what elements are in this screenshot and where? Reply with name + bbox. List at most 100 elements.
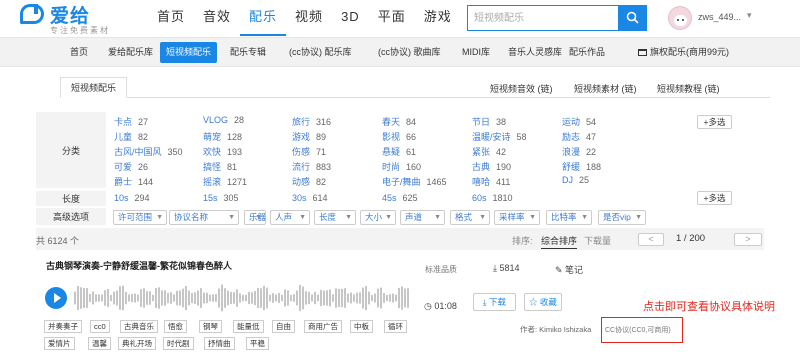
- subnav-item[interactable]: 短视频配乐: [160, 42, 218, 63]
- category-option[interactable]: 浪漫 22: [562, 145, 596, 158]
- license-link[interactable]: CC协议(CC0,可商用): [605, 325, 671, 335]
- tag[interactable]: 平稳: [246, 337, 269, 350]
- multi-select-button[interactable]: +多选: [697, 191, 732, 205]
- filter-dropdown[interactable]: 是否vip ▼: [598, 210, 646, 225]
- download-button[interactable]: ⤓ 下载: [473, 293, 516, 311]
- category-option[interactable]: 伤感 71: [292, 145, 326, 158]
- search-input[interactable]: [468, 6, 618, 30]
- category-option[interactable]: 时尚 160: [382, 160, 421, 173]
- category-option[interactable]: 春天 84: [382, 115, 416, 128]
- category-option[interactable]: 游戏 89: [292, 130, 326, 143]
- category-option[interactable]: 运动 54: [562, 115, 596, 128]
- nav-item[interactable]: 视频: [286, 0, 332, 36]
- filter-dropdown[interactable]: 许可范围 ▼: [113, 210, 167, 225]
- category-option[interactable]: 卡点 27: [114, 115, 148, 128]
- category-option[interactable]: 电子/舞曲 1465: [382, 175, 447, 188]
- nav-item[interactable]: 3D: [332, 0, 369, 36]
- category-option[interactable]: 古典 190: [472, 160, 511, 173]
- filter-dropdown[interactable]: 乐器 ▼: [244, 210, 266, 225]
- tab-link[interactable]: 短视频音效 (链): [490, 82, 553, 95]
- filter-dropdown[interactable]: 协议名称 ▼: [169, 210, 239, 225]
- filter-dropdown[interactable]: 大小 ▼: [360, 210, 396, 225]
- category-option[interactable]: 节日 38: [472, 115, 506, 128]
- nav-item[interactable]: 平面: [369, 0, 415, 36]
- tag[interactable]: 抒情曲: [204, 337, 235, 350]
- length-option[interactable]: 10s 294: [114, 193, 150, 203]
- note-link[interactable]: ✎ 笔记: [555, 263, 583, 276]
- category-option[interactable]: 摇滚 1271: [203, 175, 247, 188]
- track-title[interactable]: 古典钢琴演奏-宁静舒缓温馨-繁花似锦春色醉人: [46, 259, 232, 272]
- category-option[interactable]: 紧张 42: [472, 145, 506, 158]
- category-option[interactable]: DJ 25: [562, 175, 589, 185]
- tag[interactable]: 古典音乐: [120, 320, 158, 333]
- length-option[interactable]: 15s 305: [203, 193, 239, 203]
- category-option[interactable]: 搞怪 81: [203, 160, 237, 173]
- track-author[interactable]: 作者: Kimiko Ishizaka: [520, 324, 591, 335]
- nav-item[interactable]: 游戏: [415, 0, 461, 36]
- category-option[interactable]: 萌宠 128: [203, 130, 242, 143]
- subnav-item[interactable]: 配乐专辑: [224, 42, 272, 63]
- length-option[interactable]: 30s 614: [292, 193, 328, 203]
- category-option[interactable]: 流行 883: [292, 160, 331, 173]
- tab-link[interactable]: 短视频素材 (链): [574, 82, 637, 95]
- subnav-item[interactable]: (cc协议) 配乐库: [283, 42, 358, 63]
- category-option[interactable]: VLOG 28: [203, 115, 244, 125]
- search-button[interactable]: [618, 5, 647, 31]
- nav-item[interactable]: 音效: [194, 0, 240, 36]
- category-option[interactable]: 温暖/安诗 58: [472, 130, 527, 143]
- site-logo[interactable]: 爱给 专注免费素材: [20, 1, 140, 35]
- category-option[interactable]: 旅行 316: [292, 115, 331, 128]
- subnav-item[interactable]: 音乐人灵感库: [502, 42, 568, 63]
- subnav-item[interactable]: MIDI库: [456, 42, 496, 63]
- category-option[interactable]: 励志 47: [562, 130, 596, 143]
- page-prev-button[interactable]: <: [638, 233, 664, 246]
- tag[interactable]: 中板: [350, 320, 373, 333]
- category-option[interactable]: 影视 66: [382, 130, 416, 143]
- tag[interactable]: cc0: [90, 320, 110, 333]
- tag[interactable]: 自由: [272, 320, 295, 333]
- tag[interactable]: 商用广告: [304, 320, 342, 333]
- category-option[interactable]: 动感 82: [292, 175, 326, 188]
- tab-link[interactable]: 短视频教程 (链): [657, 82, 720, 95]
- nav-item[interactable]: 配乐: [240, 0, 287, 36]
- length-option[interactable]: 60s 1810: [472, 193, 513, 203]
- play-icon[interactable]: [45, 287, 67, 309]
- filter-dropdown[interactable]: 比特率 ▼: [546, 210, 592, 225]
- tag[interactable]: 钢琴: [199, 320, 222, 333]
- category-option[interactable]: 悬疑 61: [382, 145, 416, 158]
- vip-link[interactable]: 旗权配乐(商用99元): [638, 42, 729, 63]
- tag[interactable]: 爱情片: [44, 337, 75, 350]
- filter-dropdown[interactable]: 格式 ▼: [450, 210, 490, 225]
- category-option[interactable]: 欢快 193: [203, 145, 242, 158]
- tab-short-video-music[interactable]: 短视频配乐: [60, 77, 128, 98]
- category-option[interactable]: 古风/中国风 350: [114, 145, 183, 158]
- tag[interactable]: 能量低: [233, 320, 264, 333]
- category-option[interactable]: 舒缓 188: [562, 160, 601, 173]
- chevron-down-icon[interactable]: ▾: [747, 10, 752, 21]
- sort-comprehensive[interactable]: 综合排序: [541, 234, 578, 249]
- username[interactable]: zws_449...: [698, 12, 741, 22]
- category-option[interactable]: 可爱 26: [114, 160, 148, 173]
- category-option[interactable]: 儿童 82: [114, 130, 148, 143]
- filter-dropdown[interactable]: 长度 ▼: [314, 210, 356, 225]
- avatar[interactable]: [668, 6, 692, 30]
- waveform[interactable]: [74, 280, 412, 316]
- length-option[interactable]: 45s 625: [382, 193, 418, 203]
- subnav-item[interactable]: (cc协议) 歌曲库: [372, 42, 447, 63]
- filter-dropdown[interactable]: 采样率 ▼: [494, 210, 540, 225]
- subnav-item[interactable]: 配乐作品: [563, 42, 611, 63]
- tag[interactable]: 并奏奏子: [44, 320, 82, 333]
- tag[interactable]: 温馨: [88, 337, 111, 350]
- tag[interactable]: 循环: [384, 320, 407, 333]
- tag[interactable]: 时代剧: [163, 337, 194, 350]
- favorite-button[interactable]: ☆ 收藏: [524, 293, 562, 311]
- subnav-item[interactable]: 首页: [64, 42, 94, 63]
- nav-item[interactable]: 首页: [148, 0, 194, 36]
- subnav-item[interactable]: 爱给配乐库: [102, 42, 159, 63]
- tag[interactable]: 悟愈: [164, 320, 187, 333]
- category-option[interactable]: 嘻哈 411: [472, 175, 510, 188]
- filter-dropdown[interactable]: 人声 ▼: [270, 210, 310, 225]
- page-next-button[interactable]: >: [734, 233, 762, 246]
- tag[interactable]: 典礼开场: [118, 337, 156, 350]
- filter-dropdown[interactable]: 声道 ▼: [400, 210, 445, 225]
